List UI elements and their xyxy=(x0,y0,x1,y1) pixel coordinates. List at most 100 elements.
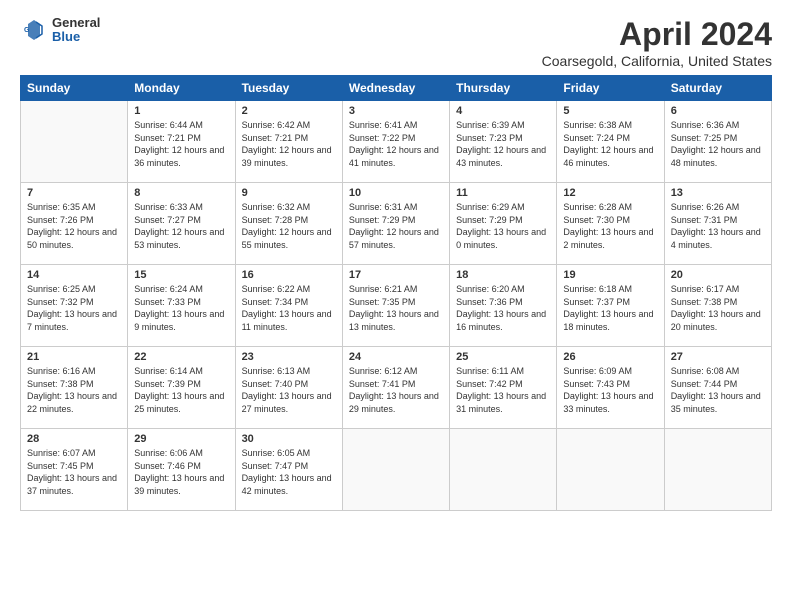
svg-text:G: G xyxy=(24,27,30,34)
day-info: Sunrise: 6:06 AM Sunset: 7:46 PM Dayligh… xyxy=(134,447,228,497)
day-cell: 10 Sunrise: 6:31 AM Sunset: 7:29 PM Dayli… xyxy=(342,183,449,265)
day-number: 9 xyxy=(242,187,336,199)
day-cell: 20 Sunrise: 6:17 AM Sunset: 7:38 PM Dayli… xyxy=(664,265,771,347)
day-info: Sunrise: 6:12 AM Sunset: 7:41 PM Dayligh… xyxy=(349,365,443,415)
day-info: Sunrise: 6:36 AM Sunset: 7:25 PM Dayligh… xyxy=(671,119,765,169)
day-cell: 3 Sunrise: 6:41 AM Sunset: 7:22 PM Daylig… xyxy=(342,101,449,183)
day-cell: 13Sunrise: 6:26 AM Sunset: 7:31 PM Dayli… xyxy=(664,183,771,265)
day-info: Sunrise: 6:24 AM Sunset: 7:33 PM Dayligh… xyxy=(134,283,228,333)
day-number: 24 xyxy=(349,351,443,363)
day-cell: 25Sunrise: 6:11 AM Sunset: 7:42 PM Dayli… xyxy=(450,347,557,429)
day-number: 3 xyxy=(349,105,443,117)
header: G General Blue April 2024 Coarsegold, Ca… xyxy=(20,16,772,69)
day-number: 10 xyxy=(349,187,443,199)
week-row-4: 28Sunrise: 6:07 AM Sunset: 7:45 PM Dayli… xyxy=(21,429,772,511)
day-cell: 11 Sunrise: 6:29 AM Sunset: 7:29 PM Dayli… xyxy=(450,183,557,265)
day-number: 22 xyxy=(134,351,228,363)
logo-blue-text: Blue xyxy=(52,30,100,44)
day-number: 25 xyxy=(456,351,550,363)
day-info: Sunrise: 6:29 AM Sunset: 7:29 PM Dayligh… xyxy=(456,201,550,251)
day-cell: 7 Sunrise: 6:35 AM Sunset: 7:26 PM Daylig… xyxy=(21,183,128,265)
day-number: 12 xyxy=(563,187,657,199)
day-number: 15 xyxy=(134,269,228,281)
day-cell: 15 Sunrise: 6:24 AM Sunset: 7:33 PM Dayli… xyxy=(128,265,235,347)
calendar-body: 1 Sunrise: 6:44 AM Sunset: 7:21 PM Daylig… xyxy=(21,101,772,511)
day-cell: 29 Sunrise: 6:06 AM Sunset: 7:46 PM Dayli… xyxy=(128,429,235,511)
day-info: Sunrise: 6:39 AM Sunset: 7:23 PM Dayligh… xyxy=(456,119,550,169)
day-number: 30 xyxy=(242,433,336,445)
week-row-2: 14 Sunrise: 6:25 AM Sunset: 7:32 PM Dayli… xyxy=(21,265,772,347)
day-info: Sunrise: 6:32 AM Sunset: 7:28 PM Dayligh… xyxy=(242,201,336,251)
day-number: 18 xyxy=(456,269,550,281)
day-info: Sunrise: 6:08 AM Sunset: 7:44 PM Dayligh… xyxy=(671,365,765,415)
header-wednesday: Wednesday xyxy=(342,76,449,101)
header-row: Sunday Monday Tuesday Wednesday Thursday… xyxy=(21,76,772,101)
day-cell: 17Sunrise: 6:21 AM Sunset: 7:35 PM Dayli… xyxy=(342,265,449,347)
day-number: 11 xyxy=(456,187,550,199)
day-info: Sunrise: 6:35 AM Sunset: 7:26 PM Dayligh… xyxy=(27,201,121,251)
day-info: Sunrise: 6:42 AM Sunset: 7:21 PM Dayligh… xyxy=(242,119,336,169)
day-info: Sunrise: 6:20 AM Sunset: 7:36 PM Dayligh… xyxy=(456,283,550,333)
day-info: Sunrise: 6:38 AM Sunset: 7:24 PM Dayligh… xyxy=(563,119,657,169)
day-info: Sunrise: 6:22 AM Sunset: 7:34 PM Dayligh… xyxy=(242,283,336,333)
day-info: Sunrise: 6:16 AM Sunset: 7:38 PM Dayligh… xyxy=(27,365,121,415)
day-number: 8 xyxy=(134,187,228,199)
day-cell: 12 Sunrise: 6:28 AM Sunset: 7:30 PM Dayli… xyxy=(557,183,664,265)
day-info: Sunrise: 6:31 AM Sunset: 7:29 PM Dayligh… xyxy=(349,201,443,251)
day-cell xyxy=(342,429,449,511)
header-monday: Monday xyxy=(128,76,235,101)
day-info: Sunrise: 6:28 AM Sunset: 7:30 PM Dayligh… xyxy=(563,201,657,251)
logo-text: General Blue xyxy=(52,16,100,45)
subtitle: Coarsegold, California, United States xyxy=(542,53,772,69)
day-number: 16 xyxy=(242,269,336,281)
logo-icon: G xyxy=(20,16,48,44)
day-cell: 8Sunrise: 6:33 AM Sunset: 7:27 PM Daylig… xyxy=(128,183,235,265)
day-number: 17 xyxy=(349,269,443,281)
day-info: Sunrise: 6:13 AM Sunset: 7:40 PM Dayligh… xyxy=(242,365,336,415)
day-cell: 14 Sunrise: 6:25 AM Sunset: 7:32 PM Dayli… xyxy=(21,265,128,347)
day-info: Sunrise: 6:17 AM Sunset: 7:38 PM Dayligh… xyxy=(671,283,765,333)
day-cell: 30 Sunrise: 6:05 AM Sunset: 7:47 PM Dayli… xyxy=(235,429,342,511)
day-number: 21 xyxy=(27,351,121,363)
day-cell: 5 Sunrise: 6:38 AM Sunset: 7:24 PM Daylig… xyxy=(557,101,664,183)
day-cell: 1 Sunrise: 6:44 AM Sunset: 7:21 PM Daylig… xyxy=(128,101,235,183)
header-sunday: Sunday xyxy=(21,76,128,101)
logo-general-text: General xyxy=(52,16,100,30)
main-title: April 2024 xyxy=(542,16,772,53)
calendar-table: Sunday Monday Tuesday Wednesday Thursday… xyxy=(20,75,772,511)
day-number: 28 xyxy=(27,433,121,445)
title-area: April 2024 Coarsegold, California, Unite… xyxy=(542,16,772,69)
day-number: 23 xyxy=(242,351,336,363)
day-cell: 16 Sunrise: 6:22 AM Sunset: 7:34 PM Dayli… xyxy=(235,265,342,347)
day-number: 5 xyxy=(563,105,657,117)
header-friday: Friday xyxy=(557,76,664,101)
day-number: 20 xyxy=(671,269,765,281)
header-tuesday: Tuesday xyxy=(235,76,342,101)
day-cell xyxy=(664,429,771,511)
day-info: Sunrise: 6:44 AM Sunset: 7:21 PM Dayligh… xyxy=(134,119,228,169)
header-saturday: Saturday xyxy=(664,76,771,101)
day-info: Sunrise: 6:05 AM Sunset: 7:47 PM Dayligh… xyxy=(242,447,336,497)
day-cell: 4 Sunrise: 6:39 AM Sunset: 7:23 PM Daylig… xyxy=(450,101,557,183)
day-number: 26 xyxy=(563,351,657,363)
day-number: 27 xyxy=(671,351,765,363)
day-cell: 9 Sunrise: 6:32 AM Sunset: 7:28 PM Daylig… xyxy=(235,183,342,265)
day-number: 1 xyxy=(134,105,228,117)
day-cell: 19 Sunrise: 6:18 AM Sunset: 7:37 PM Dayli… xyxy=(557,265,664,347)
header-thursday: Thursday xyxy=(450,76,557,101)
day-number: 4 xyxy=(456,105,550,117)
day-number: 19 xyxy=(563,269,657,281)
day-cell: 2 Sunrise: 6:42 AM Sunset: 7:21 PM Daylig… xyxy=(235,101,342,183)
day-info: Sunrise: 6:41 AM Sunset: 7:22 PM Dayligh… xyxy=(349,119,443,169)
day-cell: 27 Sunrise: 6:08 AM Sunset: 7:44 PM Dayli… xyxy=(664,347,771,429)
day-number: 7 xyxy=(27,187,121,199)
day-number: 2 xyxy=(242,105,336,117)
day-number: 14 xyxy=(27,269,121,281)
day-info: Sunrise: 6:25 AM Sunset: 7:32 PM Dayligh… xyxy=(27,283,121,333)
day-info: Sunrise: 6:18 AM Sunset: 7:37 PM Dayligh… xyxy=(563,283,657,333)
day-cell xyxy=(450,429,557,511)
day-cell: 6Sunrise: 6:36 AM Sunset: 7:25 PM Daylig… xyxy=(664,101,771,183)
day-cell: 28Sunrise: 6:07 AM Sunset: 7:45 PM Dayli… xyxy=(21,429,128,511)
week-row-0: 1 Sunrise: 6:44 AM Sunset: 7:21 PM Daylig… xyxy=(21,101,772,183)
day-number: 29 xyxy=(134,433,228,445)
